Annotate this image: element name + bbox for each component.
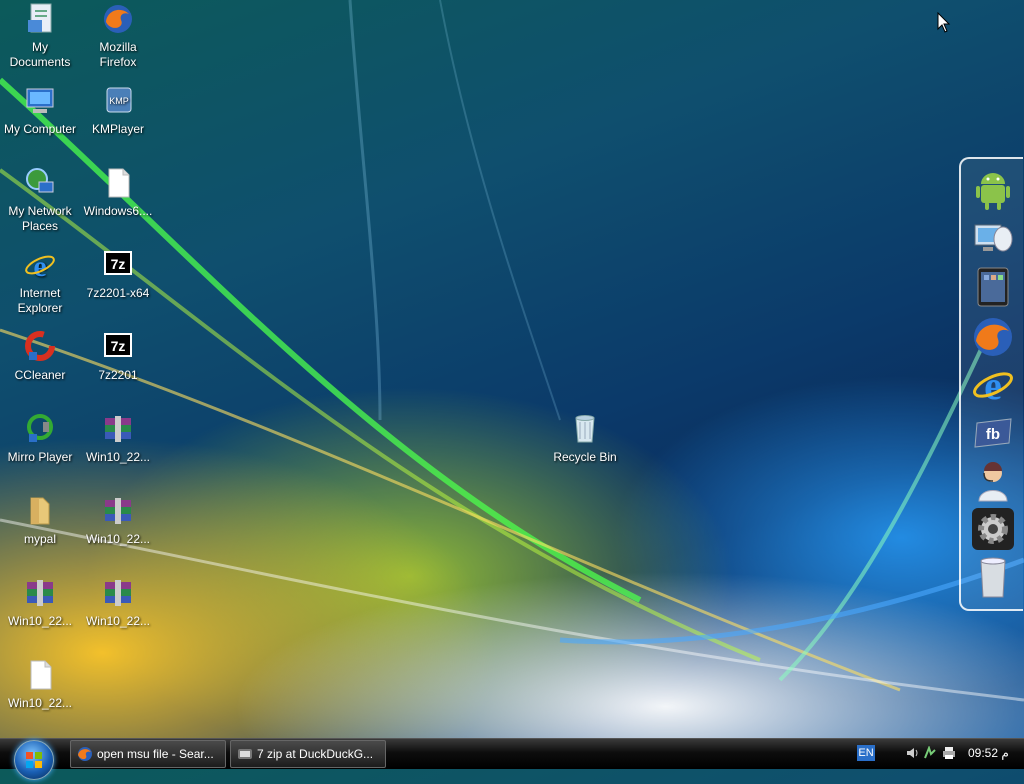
7zip-icon: 7z [104,251,132,275]
svg-text:e: e [33,250,46,282]
winrar-archive-icon [105,416,131,442]
7zip-icon: 7z [104,333,132,357]
taskbar-button-firefox[interactable]: open msu file - Sear... [70,740,226,768]
desktop-icon-recycle-bin[interactable]: Recycle Bin [545,412,625,465]
start-button[interactable] [14,740,54,780]
tray-printer-icon[interactable] [941,746,957,760]
desktop-icon-label: mypal [23,532,56,546]
taskbar-button-label: 7 zip at DuckDuckG... [257,747,374,761]
svg-text:7z: 7z [111,338,126,354]
tablet-icon[interactable] [971,265,1015,309]
desktop-icon-my-computer[interactable]: My Computer [0,84,80,137]
kmplayer-icon: KMP [106,87,132,113]
side-dock: e fb [959,157,1023,611]
desktop-icon-mypal[interactable]: mypal [0,494,80,547]
svg-text:KMP: KMP [109,96,129,106]
internet-explorer-icon[interactable]: e [971,363,1015,407]
desktop-icon-label: Mozilla Firefox [99,40,137,69]
desktop-icon-my-documents[interactable]: My Documents [0,2,80,70]
firefox-icon [104,5,132,33]
desktop-icon-label: 7z2201-x64 [86,286,150,300]
desktop-icon-label: Win10_22... [7,696,73,710]
my-computer-icon [26,88,54,113]
svg-text:7z: 7z [111,256,126,272]
desktop-icon-label: Windows6.... [83,204,153,218]
desktop-icon-7z2201[interactable]: 7z 7z2201 [78,330,158,383]
desktop-icon-win10-archive-4[interactable]: Win10_22... [78,576,158,629]
taskbar-button-duckduckgo[interactable]: 7 zip at DuckDuckG... [230,740,386,768]
winrar-archive-icon [105,498,131,524]
file-icon [108,168,130,198]
desktop-icon-win10-file[interactable]: Win10_22... [0,658,80,711]
desktop-icon-label: KMPlayer [91,122,144,136]
desktop-icon-label: Win10_22... [85,532,151,546]
desktop-icon-internet-explorer[interactable]: e Internet Explorer [0,248,80,316]
mouse-cursor-icon [937,12,951,33]
ccleaner-icon [25,331,55,361]
desktop-icon-label: Win10_22... [85,450,151,464]
desktop-icon-win10-archive-2[interactable]: Win10_22... [78,494,158,547]
android-icon[interactable] [971,169,1015,213]
desktop-icon-label: My Network Places [8,204,72,233]
desktop-icon-win10-archive-1[interactable]: Win10_22... [78,412,158,465]
network-places-icon [26,168,54,193]
taskbar-button-label: open msu file - Sear... [97,747,214,761]
firefox-icon[interactable] [971,315,1015,359]
folder-icon [30,497,50,525]
language-indicator[interactable]: EN [857,745,875,761]
clock[interactable]: 09:52 م [968,746,1009,760]
desktop-icon-label: My Documents [9,40,71,69]
desktop-icon-mirro-player[interactable]: Mirro Player [0,412,80,465]
settings-gear-icon[interactable] [971,507,1015,551]
winrar-archive-icon [27,580,53,606]
language-label: EN [858,747,874,759]
desktop-icon-label: My Computer [3,122,77,136]
desktop-icon-label: Win10_22... [85,614,151,628]
my-documents-icon [28,3,52,33]
windows-logo-icon [26,752,42,768]
desktop-icon-label: CCleaner [14,368,66,382]
support-agent-icon[interactable] [971,459,1015,503]
internet-explorer-icon: e [25,250,55,282]
tray-volume-icon[interactable] [905,746,921,760]
desktop-icon-label: 7z2201 [98,368,138,382]
firefox-icon [78,747,92,761]
recycle-bin-icon [575,415,595,443]
facebook-icon[interactable]: fb [971,411,1015,455]
desktop-icon-label: Mirro Player [7,450,73,464]
remote-desktop-icon[interactable] [971,217,1015,261]
svg-text:fb: fb [986,426,1000,443]
svg-text:e: e [984,363,1002,407]
trash-can-icon[interactable] [971,555,1015,599]
desktop-icon-my-network-places[interactable]: My Network Places [0,166,80,234]
desktop-icon-label: Win10_22... [7,614,73,628]
file-icon [30,660,52,690]
media-player-icon [27,414,53,442]
desktop-icon-kmplayer[interactable]: KMP KMPlayer [78,84,158,137]
desktop-icon-7z2201-x64[interactable]: 7z 7z2201-x64 [78,248,158,301]
desktop-icon-mozilla-firefox[interactable]: Mozilla Firefox [78,2,158,70]
winrar-archive-icon [105,580,131,606]
desktop-icon-ccleaner[interactable]: CCleaner [0,330,80,383]
desktop-icon-windows6[interactable]: Windows6.... [78,166,158,219]
kmplayer-icon [238,749,252,759]
desktop-icon-win10-archive-3[interactable]: Win10_22... [0,576,80,629]
desktop-icon-label: Internet Explorer [17,286,63,315]
tray-network-icon[interactable] [923,746,937,760]
desktop-icon-label: Recycle Bin [553,450,617,464]
